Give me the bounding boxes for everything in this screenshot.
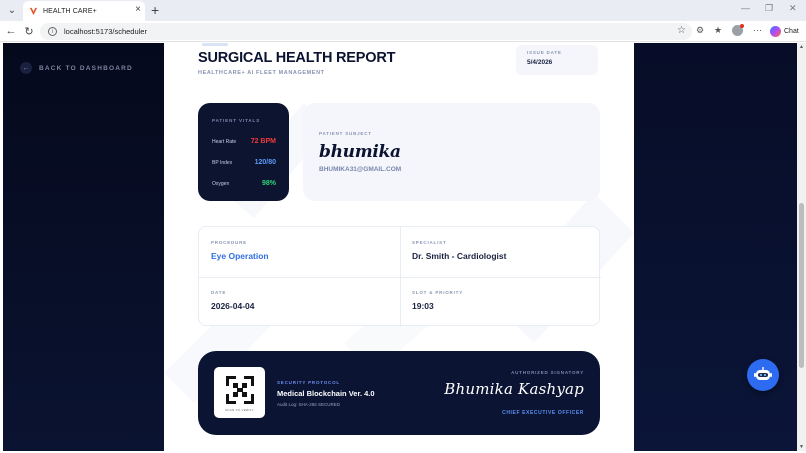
specialist-cell: SPECIALIST Dr. Smith - Cardiologist <box>412 240 602 261</box>
page-viewport: ← BACK TO DASHBOARD SURGICAL HEALTH REPO… <box>3 43 797 451</box>
back-label: BACK TO DASHBOARD <box>39 64 133 72</box>
signature-footer-card: SCAN TO VERIFY SECURITY PROTOCOL Medical… <box>198 351 600 435</box>
page-subtitle: HEALTHCARE+ AI FLEET MANAGEMENT <box>198 70 325 76</box>
browser-nav-bar: ← ↻ i localhost:5173/scheduler ☆ ⚙ ★ ⋯ C… <box>0 21 806 42</box>
procedure-label: PROCEDURE <box>211 240 247 245</box>
issue-date-box: ISSUE DATE 5/4/2026 <box>516 45 598 75</box>
browser-tab-bar: ⌄ HEALTH CARE+ × + — ❐ ✕ <box>0 0 806 21</box>
url-text: localhost:5173/scheduler <box>64 27 147 36</box>
report-sheet: SURGICAL HEALTH REPORT HEALTHCARE+ AI FL… <box>164 43 634 451</box>
subject-label: PATIENT SUBJECT <box>319 131 372 136</box>
issue-date-value: 5/4/2026 <box>527 59 553 66</box>
robot-icon <box>754 367 772 380</box>
back-icon[interactable]: ← <box>4 24 18 38</box>
signatory-name: Bhumika Kashyap <box>444 380 584 398</box>
qr-caption: SCAN TO VERIFY <box>224 407 255 412</box>
scroll-thumb[interactable] <box>799 203 804 368</box>
slot-value: 19:03 <box>412 301 434 311</box>
patient-email: BHUMIKA31@GMAIL.COM <box>319 166 402 173</box>
patient-subject-card: PATIENT SUBJECT bhumika BHUMIKA31@GMAIL.… <box>303 103 600 201</box>
tab-title: HEALTH CARE+ <box>43 7 97 15</box>
slot-label: SLOT & PRIORITY <box>412 290 464 295</box>
divider <box>199 277 601 278</box>
scroll-up-icon[interactable]: ▲ <box>797 43 806 51</box>
title-accent <box>202 43 228 46</box>
page-scrollbar[interactable]: ▲ ▼ <box>797 43 806 451</box>
vitals-title: PATIENT VITALS <box>212 118 261 123</box>
extensions-icon[interactable]: ⚙ <box>696 25 704 36</box>
reload-icon[interactable]: ↻ <box>22 24 36 38</box>
chat-button[interactable]: Chat <box>770 24 799 39</box>
oxygen-value: 98% <box>261 180 276 187</box>
bp-value: 120/80 <box>254 159 276 166</box>
specialist-value: Dr. Smith - Cardiologist <box>412 251 507 261</box>
qr-code[interactable]: SCAN TO VERIFY <box>214 367 265 418</box>
heart-rate-label: Heart Rate <box>212 138 237 145</box>
browser-tab[interactable]: HEALTH CARE+ × <box>23 1 145 21</box>
oxygen-label: Oxygen <box>212 180 230 187</box>
vital-row-bp: BP Index 120/80 <box>212 159 276 166</box>
specialist-label: SPECIALIST <box>412 240 447 245</box>
bp-label: BP Index <box>212 159 233 166</box>
tab-list-icon[interactable]: ⌄ <box>4 3 20 18</box>
scroll-down-icon[interactable]: ▼ <box>797 443 806 451</box>
patient-name: bhumika <box>319 142 401 162</box>
address-bar[interactable]: i localhost:5173/scheduler ☆ <box>40 23 692 40</box>
notification-dot <box>740 24 744 28</box>
audit-log: Audit Log: SHA-256 SECURED <box>277 402 341 407</box>
restore-icon[interactable]: ❐ <box>765 3 773 14</box>
right-backdrop <box>634 43 797 451</box>
star-icon[interactable]: ☆ <box>677 25 686 36</box>
issue-date-label: ISSUE DATE <box>527 50 562 55</box>
protocol-label: SECURITY PROTOCOL <box>277 380 340 385</box>
procedure-cell: PROCEDURE Eye Operation <box>211 240 401 261</box>
chat-label: Chat <box>784 28 799 35</box>
more-icon[interactable]: ⋯ <box>753 25 762 36</box>
assistant-bot-button[interactable] <box>747 359 779 391</box>
signatory-label: AUTHORIZED SIGNATORY <box>511 370 584 375</box>
heart-rate-value: 72 BPM <box>250 138 276 145</box>
minimize-icon[interactable]: — <box>741 3 750 13</box>
vital-row-oxygen: Oxygen 98% <box>212 180 276 187</box>
window-close-icon[interactable]: ✕ <box>789 3 797 14</box>
signatory-title: CHIEF EXECUTIVE OFFICER <box>502 410 584 416</box>
favorites-icon[interactable]: ★ <box>714 25 722 36</box>
close-icon[interactable]: × <box>135 4 141 16</box>
date-label: DATE <box>211 290 227 295</box>
procedure-details-grid: PROCEDURE Eye Operation SPECIALIST Dr. S… <box>198 226 602 327</box>
arrow-left-icon: ← <box>20 62 32 74</box>
favicon-icon <box>29 7 38 15</box>
slot-cell: SLOT & PRIORITY 19:03 <box>412 290 602 311</box>
page-title: SURGICAL HEALTH REPORT <box>198 50 396 66</box>
qr-icon <box>225 375 254 404</box>
back-to-dashboard-link[interactable]: ← BACK TO DASHBOARD <box>20 62 133 74</box>
left-backdrop <box>3 43 164 451</box>
procedure-value: Eye Operation <box>211 251 269 261</box>
copilot-icon <box>770 26 781 37</box>
patient-vitals-card: PATIENT VITALS Heart Rate 72 BPM BP Inde… <box>198 103 289 201</box>
date-value: 2026-04-04 <box>211 301 255 311</box>
protocol-name: Medical Blockchain Ver. 4.0 <box>277 389 375 398</box>
plus-icon[interactable]: + <box>151 2 159 18</box>
vital-row-heart-rate: Heart Rate 72 BPM <box>212 138 276 145</box>
info-icon[interactable]: i <box>48 27 57 36</box>
date-cell: DATE 2026-04-04 <box>211 290 401 311</box>
